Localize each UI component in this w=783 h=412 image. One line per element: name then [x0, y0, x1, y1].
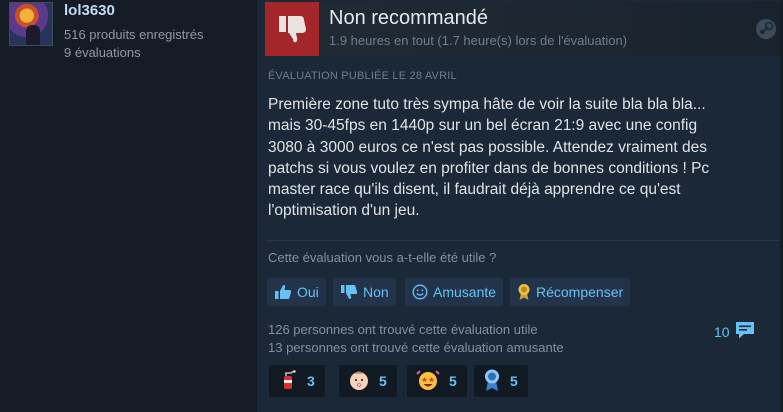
baby-face-icon	[347, 368, 371, 395]
review-text-line: l'optimisation d'un jeu.	[268, 202, 420, 220]
vote-funny-button[interactable]: Amusante	[405, 278, 504, 306]
comments-link[interactable]: 10	[714, 320, 756, 343]
award-badge[interactable]: 3	[269, 365, 325, 397]
award-ribbon-icon	[517, 283, 531, 301]
review-text-line: 3080 à 3000 euros ce n'est pas possible.…	[268, 138, 707, 156]
funny-count: 13 personnes ont trouvé cette évaluation…	[268, 340, 564, 355]
thumbs-up-icon	[274, 284, 292, 300]
smiley-icon	[412, 284, 428, 300]
playtime-hours: 1.9 heures en tout (1.7 heure(s) lors de…	[329, 33, 628, 48]
star-struck-face-icon	[415, 368, 441, 395]
review-panel: Non recommandé 1.9 heures en tout (1.7 h…	[257, 0, 783, 412]
review-text: Première zone tuto très sympa hâte de vo…	[268, 94, 768, 222]
award-button[interactable]: Récompenser	[510, 278, 631, 306]
award-label: Récompenser	[536, 284, 624, 300]
author-name[interactable]: lol3630	[64, 2, 115, 19]
vote-yes-label: Oui	[297, 284, 319, 300]
fire-extinguisher-icon	[277, 369, 299, 394]
award-count: 5	[379, 373, 387, 389]
award-badge[interactable]: 5	[407, 365, 467, 397]
award-badge[interactable]: 5	[474, 365, 528, 397]
award-count: 3	[307, 373, 315, 389]
review-verdict: Non recommandé	[329, 7, 488, 29]
review-text-line: Première zone tuto très sympa hâte de vo…	[268, 96, 706, 113]
vote-no-button[interactable]: Non	[333, 278, 396, 306]
helpful-question: Cette évaluation vous a-t-elle été utile…	[268, 250, 497, 265]
speech-bubble-icon	[734, 320, 756, 343]
vote-no-label: Non	[363, 284, 389, 300]
divider	[266, 240, 781, 241]
author-reviews-count[interactable]: 9 évaluations	[64, 45, 141, 60]
award-ribbon-icon	[482, 368, 502, 395]
thumbs-down-icon	[265, 2, 319, 56]
avatar[interactable]	[9, 2, 53, 46]
vote-yes-button[interactable]: Oui	[267, 278, 326, 306]
vote-header[interactable]: Non recommandé 1.9 heures en tout (1.7 h…	[265, 2, 781, 56]
comments-count: 10	[714, 323, 730, 340]
review-text-line: mais 30-45fps en 1440p sur un bel écran …	[268, 117, 698, 135]
thumbs-down-icon	[340, 284, 358, 300]
helpful-count: 126 personnes ont trouvé cette évaluatio…	[268, 322, 538, 337]
review-text-line: master race qu'ils disent, il faudrait d…	[268, 181, 681, 199]
review-text-line: patchs si vous voulez en profiter dans d…	[268, 159, 710, 177]
vote-funny-label: Amusante	[433, 284, 497, 300]
award-count: 5	[510, 373, 518, 389]
award-badge[interactable]: 5	[339, 365, 397, 397]
steam-icon	[755, 18, 777, 45]
author-products-count[interactable]: 516 produits enregistrés	[64, 27, 203, 42]
posted-date: ÉVALUATION PUBLIÉE LE 28 AVRIL	[268, 70, 457, 82]
award-count: 5	[449, 373, 457, 389]
review-author: lol3630 516 produits enregistrés 9 évalu…	[9, 2, 249, 60]
